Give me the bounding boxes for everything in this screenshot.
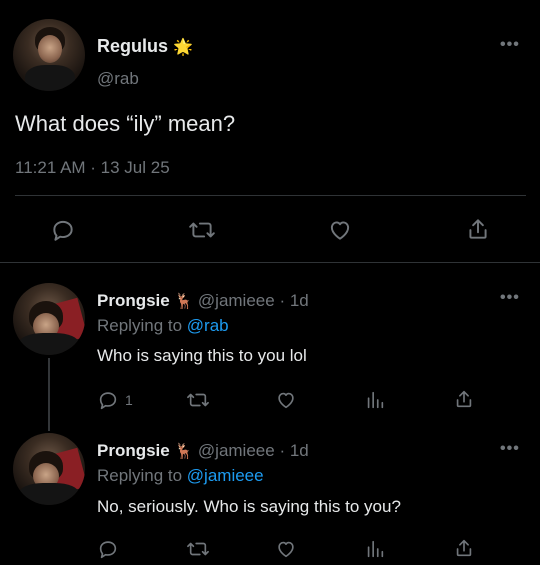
- reply-button[interactable]: 1: [97, 389, 133, 411]
- like-icon[interactable]: [275, 389, 297, 416]
- retweet-icon[interactable]: [186, 538, 210, 565]
- analytics-icon[interactable]: [364, 538, 386, 565]
- reply-icon[interactable]: [97, 538, 119, 565]
- share-icon[interactable]: [453, 537, 475, 564]
- share-icon[interactable]: [453, 388, 475, 415]
- tweet-text: No, seriously. Who is saying this to you…: [97, 497, 401, 516]
- tweet-text: What does “ily” mean?: [15, 111, 236, 136]
- divider: [15, 195, 526, 196]
- tweet-timestamp[interactable]: 11:21 AM · 13 Jul 25: [15, 158, 170, 178]
- analytics-icon[interactable]: [364, 389, 386, 416]
- author-name-text[interactable]: Regulus: [97, 36, 168, 56]
- replying-to-label: Replying to: [97, 466, 183, 485]
- reply-icon[interactable]: [50, 217, 76, 248]
- reply-count: 1: [125, 392, 133, 408]
- avatar[interactable]: [13, 283, 85, 355]
- tweet-text: Who is saying this to you lol: [97, 346, 307, 365]
- more-options-icon[interactable]: •••: [500, 440, 520, 458]
- reply-age[interactable]: · 1d: [279, 441, 308, 460]
- avatar[interactable]: [13, 433, 85, 505]
- more-options-icon[interactable]: •••: [500, 289, 520, 307]
- like-icon[interactable]: [275, 538, 297, 565]
- more-options-icon[interactable]: •••: [500, 36, 520, 54]
- retweet-icon[interactable]: [186, 389, 210, 416]
- reply-icon: [99, 392, 117, 410]
- replying-to-link[interactable]: @jamieee: [187, 466, 264, 485]
- reply-header: Prongsie 🦌 @jamieee · 1d: [97, 291, 309, 311]
- avatar[interactable]: [13, 19, 85, 91]
- author-name[interactable]: Regulus 🌟: [97, 36, 193, 57]
- deer-emoji-icon: 🦌: [174, 293, 194, 310]
- thread-line: [48, 358, 50, 431]
- replying-to-link[interactable]: @rab: [187, 316, 229, 335]
- author-handle[interactable]: @jamieee: [198, 291, 275, 310]
- reply-header: Prongsie 🦌 @jamieee · 1d: [97, 441, 309, 461]
- replying-to-label: Replying to: [97, 316, 183, 335]
- author-handle[interactable]: @rab: [97, 69, 139, 89]
- divider: [0, 262, 540, 263]
- reply-age[interactable]: · 1d: [279, 291, 308, 310]
- author-name[interactable]: Prongsie: [97, 441, 170, 460]
- retweet-icon[interactable]: [188, 217, 216, 248]
- replying-to: Replying to @jamieee: [97, 466, 264, 486]
- star-emoji-icon: 🌟: [173, 39, 193, 56]
- replying-to: Replying to @rab: [97, 316, 229, 336]
- author-handle[interactable]: @jamieee: [198, 441, 275, 460]
- like-icon[interactable]: [327, 217, 353, 248]
- share-icon[interactable]: [465, 216, 491, 247]
- author-name[interactable]: Prongsie: [97, 291, 170, 310]
- deer-emoji-icon: 🦌: [174, 443, 194, 460]
